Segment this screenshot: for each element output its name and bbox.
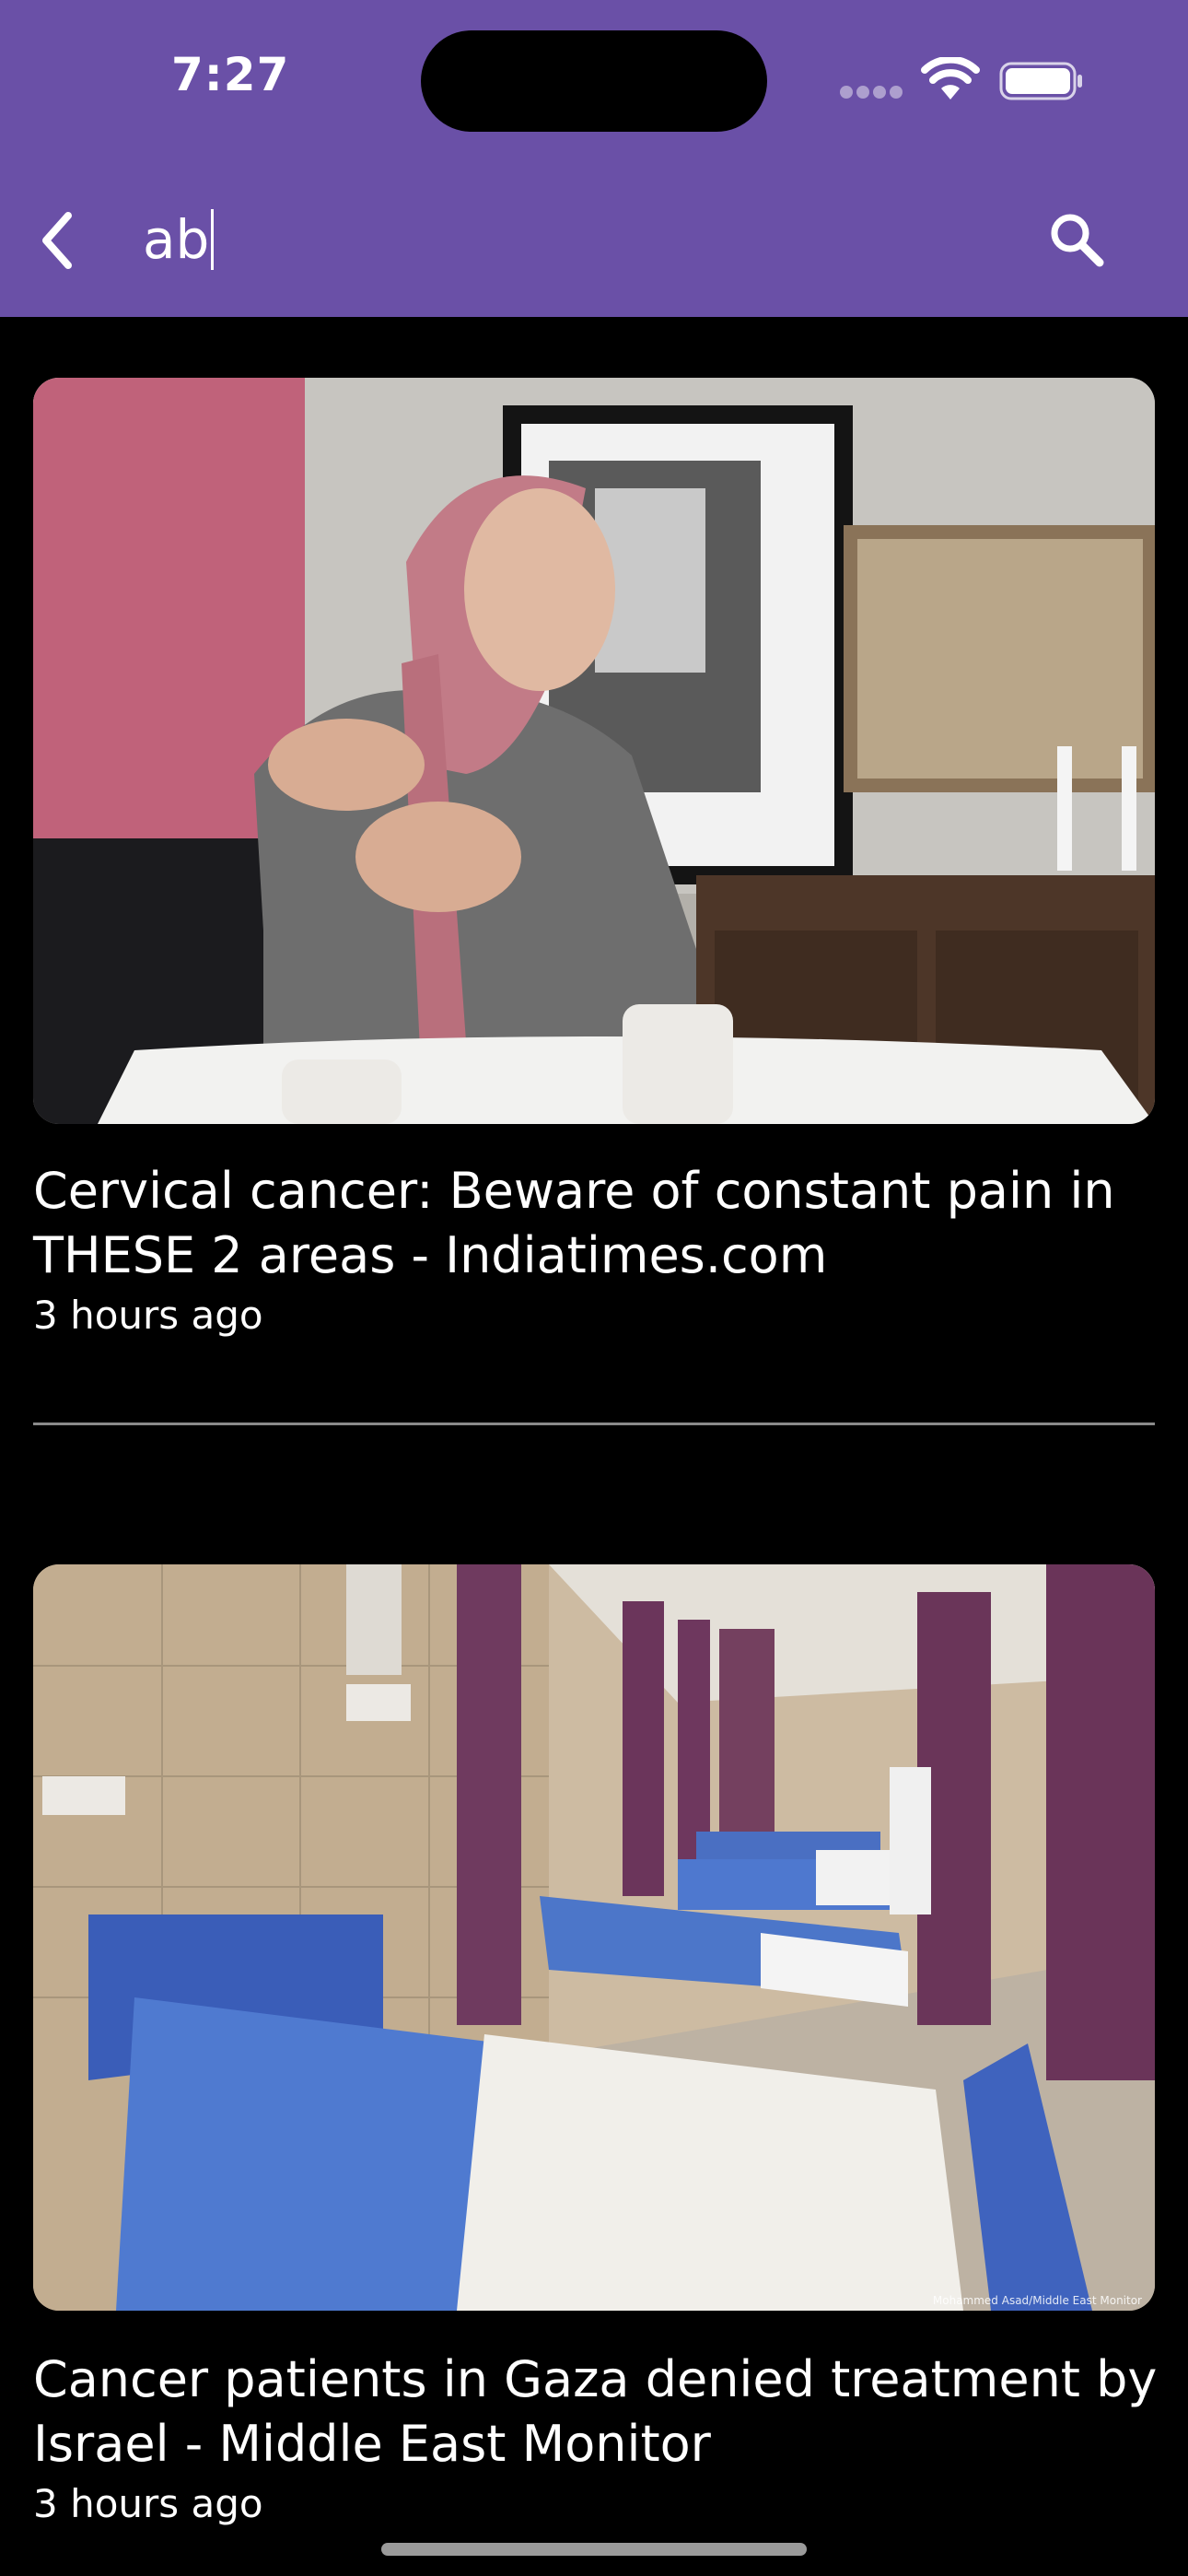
- article-image[interactable]: Mohammed Asad/Middle East Monitor: [33, 1564, 1155, 2311]
- search-query-text: ab: [143, 208, 210, 271]
- search-input[interactable]: ab: [143, 205, 215, 275]
- article-image[interactable]: [33, 378, 1155, 1124]
- back-arrow-icon[interactable]: [35, 208, 81, 273]
- text-cursor: [211, 209, 215, 270]
- dynamic-island: [421, 30, 767, 132]
- search-icon[interactable]: [1047, 210, 1106, 269]
- article-time: 3 hours ago: [33, 2481, 263, 2526]
- app-bar: 7:27 ab: [0, 0, 1188, 317]
- home-indicator[interactable]: [381, 2543, 807, 2556]
- wifi-icon: [921, 57, 980, 100]
- article-title[interactable]: Cervical cancer: Beware of constant pain…: [33, 1159, 1166, 1288]
- photo-credit: Mohammed Asad/Middle East Monitor: [932, 2294, 1142, 2307]
- article-time: 3 hours ago: [33, 1293, 263, 1338]
- status-time: 7:27: [171, 48, 290, 101]
- article-divider: [33, 1423, 1155, 1425]
- article-title[interactable]: Cancer patients in Gaza denied treatment…: [33, 2348, 1166, 2476]
- battery-icon: [999, 62, 1082, 100]
- cellular-signal-icon: [840, 86, 904, 99]
